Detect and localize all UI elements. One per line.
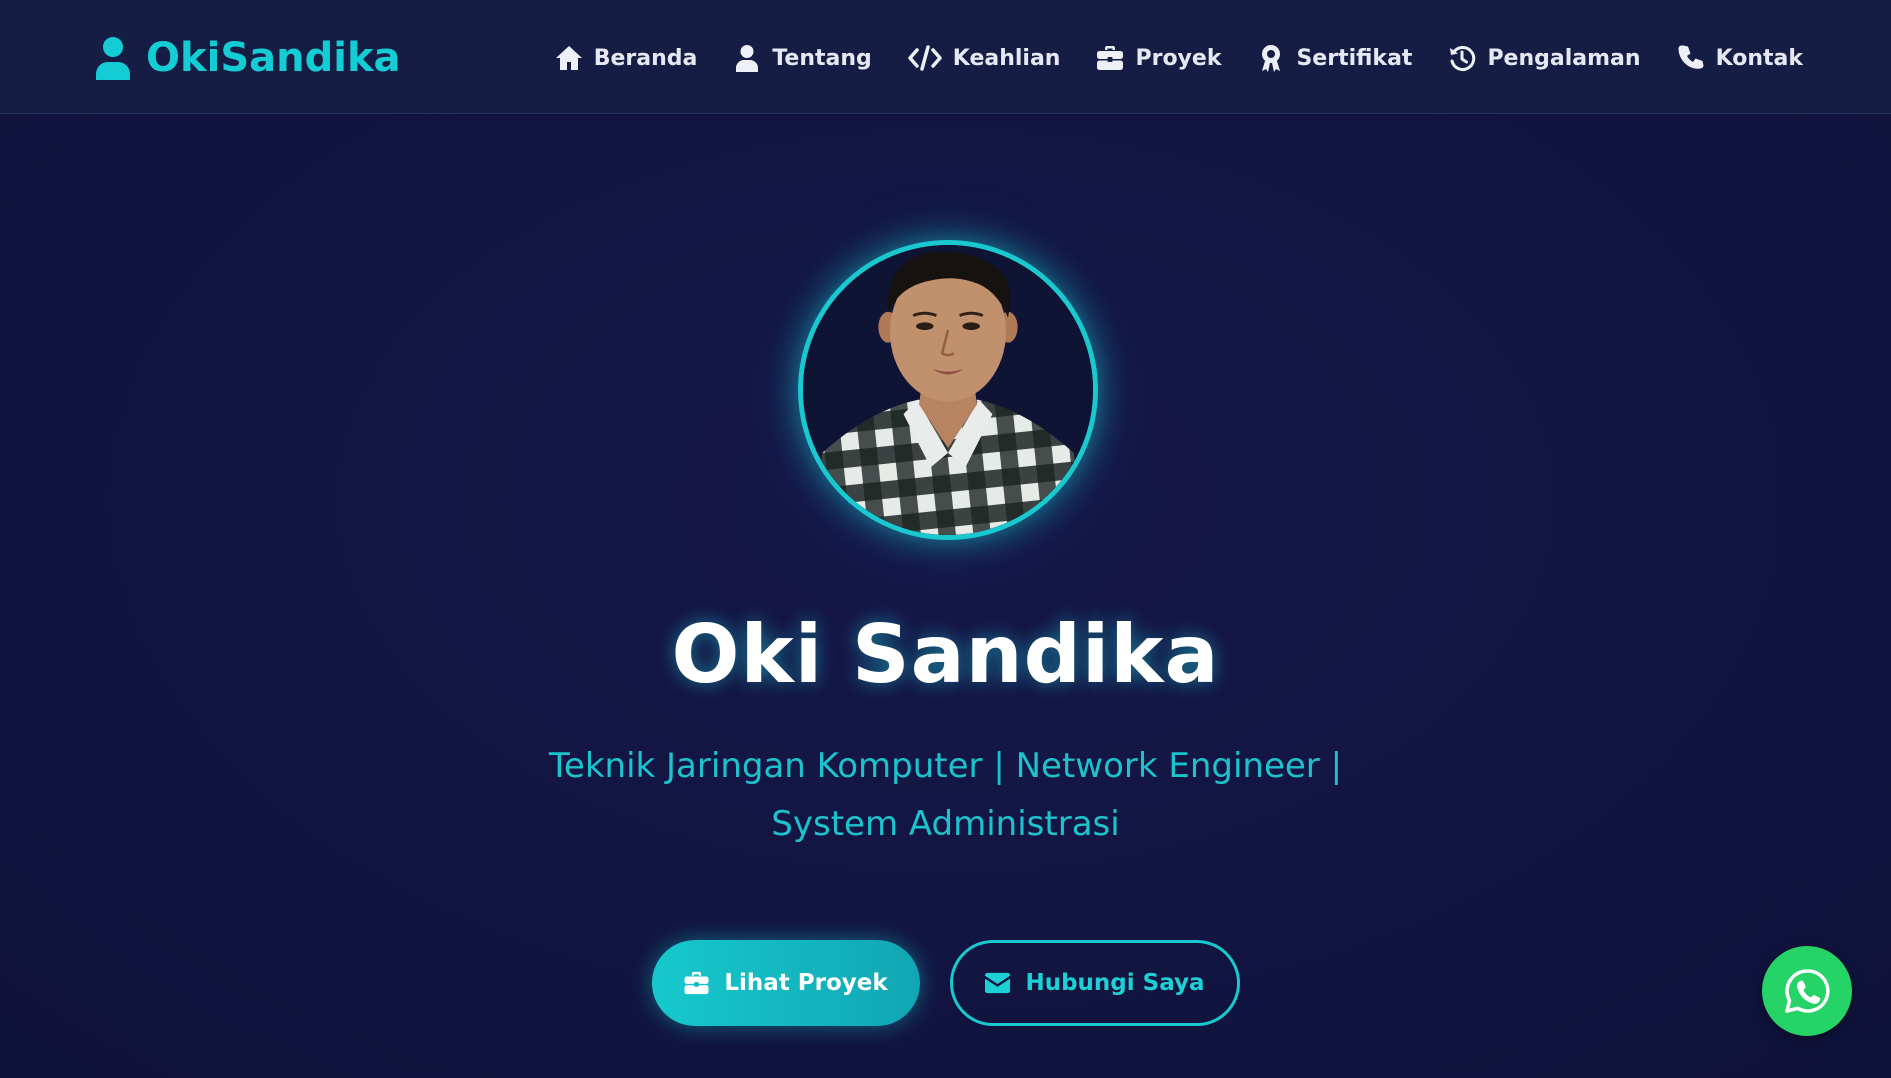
- nav-item-keahlian[interactable]: Keahlian: [908, 44, 1061, 72]
- nav-item-sertifikat[interactable]: Sertifikat: [1257, 44, 1412, 72]
- view-projects-label: Lihat Proyek: [724, 970, 888, 996]
- contact-me-label: Hubungi Saya: [1025, 970, 1205, 996]
- nav-item-label: Proyek: [1135, 45, 1222, 71]
- nav-item-label: Tentang: [772, 45, 872, 71]
- brand-logo[interactable]: OkiSandika: [94, 34, 401, 82]
- phone-icon: [1678, 45, 1704, 69]
- home-icon: [555, 46, 582, 70]
- briefcase-icon: [1097, 46, 1124, 70]
- nav-menu: Beranda Tentang Keahlian Proyek Sertifik…: [555, 36, 1803, 80]
- nav-item-label: Pengalaman: [1487, 45, 1641, 71]
- hero-subtitle: Teknik Jaringan Komputer | Network Engin…: [548, 746, 1343, 844]
- whatsapp-icon: [1785, 969, 1830, 1013]
- hero-name: Oki Sandika: [671, 608, 1220, 701]
- whatsapp-button[interactable]: [1762, 946, 1852, 1036]
- code-icon: [908, 45, 942, 71]
- nav-item-label: Beranda: [593, 45, 698, 71]
- nav-item-label: Sertifikat: [1296, 45, 1413, 71]
- nav-item-proyek[interactable]: Proyek: [1096, 44, 1221, 72]
- briefcase-icon: [684, 971, 709, 995]
- nav-item-label: Keahlian: [952, 45, 1061, 71]
- user-icon: [96, 37, 130, 80]
- hero-actions: Lihat Proyek Hubungi Saya: [0, 940, 1891, 1026]
- envelope-icon: [985, 972, 1011, 994]
- nav-item-label: Kontak: [1715, 45, 1803, 71]
- user-icon: [736, 45, 759, 72]
- brand-name: OkiSandika: [146, 35, 401, 81]
- award-icon: [1262, 45, 1281, 72]
- view-projects-button[interactable]: Lihat Proyek: [651, 940, 920, 1026]
- nav-item-tentang[interactable]: Tentang: [733, 44, 872, 72]
- profile-photo: [798, 240, 1098, 540]
- profile-portrait: [803, 245, 1093, 535]
- nav-item-kontak[interactable]: Kontak: [1677, 44, 1803, 72]
- contact-me-button[interactable]: Hubungi Saya: [949, 940, 1240, 1026]
- navbar: OkiSandika Beranda Tentang Keahlian Proy…: [0, 0, 1891, 114]
- nav-item-pengalaman[interactable]: Pengalaman: [1448, 44, 1641, 72]
- nav-item-beranda[interactable]: Beranda: [555, 44, 698, 72]
- history-icon: [1450, 46, 1476, 71]
